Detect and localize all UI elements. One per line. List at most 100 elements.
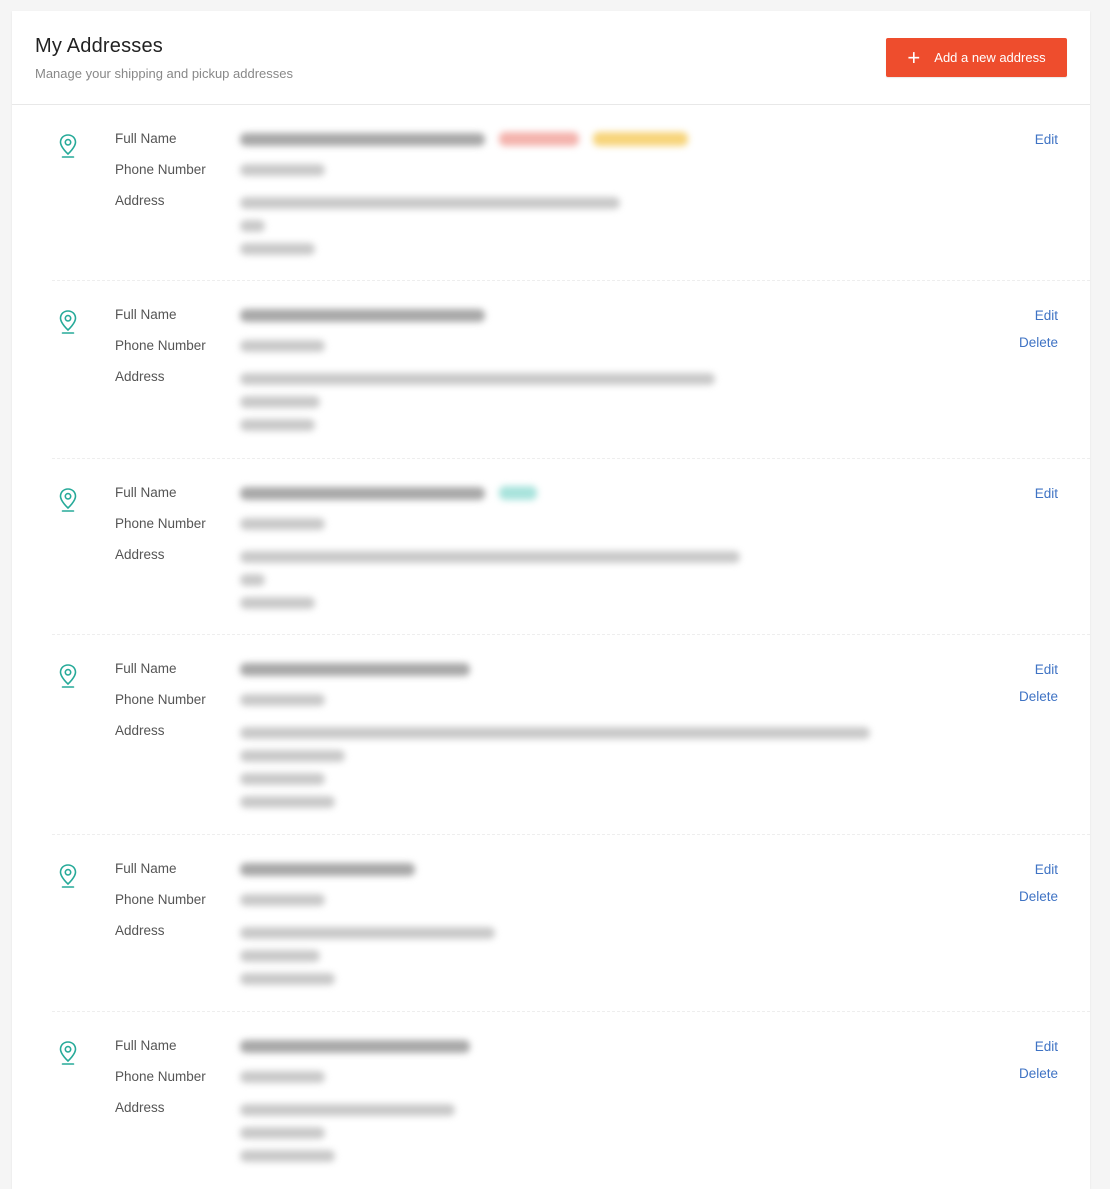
redacted-phone [240,164,325,176]
address-item: Full Name Phone Number Address Edit Delete [12,835,1090,1012]
full-name-value [240,483,890,503]
phone-number-value [240,514,890,534]
address-item: Full Name Phone Number Address Edit Delete [12,1012,1090,1189]
location-pin-icon [56,309,80,335]
page-subtitle: Manage your shipping and pickup addresse… [35,66,294,81]
edit-address-link[interactable]: Edit [1019,861,1058,879]
redacted-address-line [240,596,315,609]
redacted-name [240,486,485,500]
address-actions: Edit [1035,131,1058,149]
redacted-address-line [240,972,335,985]
full-name-label: Full Name [115,485,177,500]
redacted-address-line [240,196,620,209]
redacted-phone [240,694,325,706]
redacted-name [240,662,470,676]
address-actions: Edit Delete [1019,861,1058,906]
plus-icon: + [907,44,921,70]
phone-number-value [240,336,890,356]
address-value [240,191,890,260]
address-value [240,545,890,614]
full-name-value [240,1036,890,1056]
status-badge [593,132,688,146]
address-actions: Edit Delete [1019,307,1058,352]
address-actions: Edit [1035,485,1058,503]
redacted-address-line [240,550,740,563]
field-values [240,859,890,990]
redacted-name [240,1039,470,1053]
full-name-value [240,859,890,879]
redacted-address-line [240,372,715,385]
field-values [240,1036,890,1167]
address-item: Full Name Phone Number Address Edit Delete [12,281,1090,459]
address-value [240,367,890,436]
address-label: Address [115,923,165,938]
edit-address-link[interactable]: Edit [1019,307,1058,325]
phone-number-value [240,1067,890,1087]
edit-address-link[interactable]: Edit [1035,485,1058,503]
full-name-label: Full Name [115,131,177,146]
location-pin-icon [56,487,80,513]
redacted-phone [240,518,325,530]
edit-address-link[interactable]: Edit [1019,661,1058,679]
address-item: Full Name Phone Number Address Edit [12,459,1090,635]
address-value [240,721,890,813]
redacted-name [240,862,415,876]
full-name-label: Full Name [115,661,177,676]
phone-number-label: Phone Number [115,692,206,707]
redacted-address-line [240,395,320,408]
redacted-phone [240,340,325,352]
address-label: Address [115,723,165,738]
redacted-address-line [240,795,335,808]
redacted-address-line [240,219,265,232]
field-labels: Full Name Phone Number Address [115,130,206,223]
full-name-label: Full Name [115,1038,177,1053]
page-title: My Addresses [35,35,164,57]
status-badge [499,132,579,146]
address-list: Full Name Phone Number Address Edit Full Nam… [12,105,1090,1189]
location-pin-icon [56,663,80,689]
address-actions: Edit Delete [1019,1038,1058,1083]
phone-number-label: Phone Number [115,1069,206,1084]
phone-number-value [240,160,890,180]
redacted-address-line [240,242,315,255]
field-labels: Full Name Phone Number Address [115,484,206,577]
address-value [240,921,890,990]
delete-address-link[interactable]: Delete [1019,1065,1058,1083]
edit-address-link[interactable]: Edit [1019,1038,1058,1056]
add-address-label: Add a new address [934,50,1046,65]
address-value [240,1098,890,1167]
full-name-value [240,659,890,679]
delete-address-link[interactable]: Delete [1019,888,1058,906]
redacted-address-line [240,749,345,762]
location-pin-icon [56,863,80,889]
address-label: Address [115,1100,165,1115]
phone-number-label: Phone Number [115,162,206,177]
delete-address-link[interactable]: Delete [1019,334,1058,352]
redacted-address-line [240,726,870,739]
add-address-button[interactable]: + Add a new address [886,38,1067,77]
phone-number-label: Phone Number [115,892,206,907]
edit-address-link[interactable]: Edit [1035,131,1058,149]
field-labels: Full Name Phone Number Address [115,306,206,399]
redacted-address-line [240,573,265,586]
redacted-address-line [240,926,495,939]
addresses-card: My Addresses Manage your shipping and pi… [12,11,1090,1189]
redacted-address-line [240,949,320,962]
address-item: Full Name Phone Number Address Edit Delete [12,635,1090,835]
page-header: My Addresses Manage your shipping and pi… [12,11,1090,105]
field-values [240,659,890,813]
redacted-address-line [240,1126,325,1139]
full-name-value [240,305,890,325]
delete-address-link[interactable]: Delete [1019,688,1058,706]
phone-number-value [240,890,890,910]
redacted-name [240,308,485,322]
redacted-address-line [240,772,325,785]
field-labels: Full Name Phone Number Address [115,660,206,753]
location-pin-icon [56,1040,80,1066]
status-badge [499,486,537,500]
full-name-value [240,129,890,149]
redacted-phone [240,1071,325,1083]
address-actions: Edit Delete [1019,661,1058,706]
redacted-name [240,132,485,146]
redacted-address-line [240,1103,455,1116]
